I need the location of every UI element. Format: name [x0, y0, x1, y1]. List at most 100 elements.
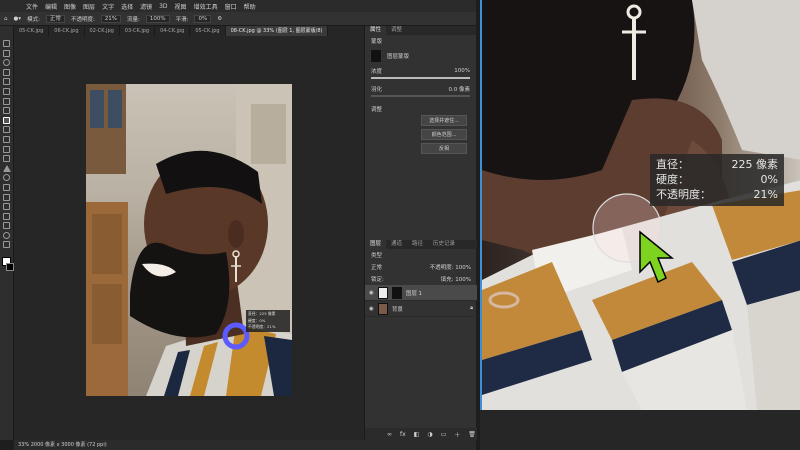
eyedropper-tool-icon[interactable]	[3, 97, 10, 105]
menu-help[interactable]: 帮助	[244, 2, 256, 11]
doc-tab[interactable]: 05-CK.jpg	[190, 26, 226, 36]
layer-mask-thumbnail[interactable]	[391, 286, 402, 299]
new-layer-icon[interactable]: ＋	[454, 430, 460, 439]
adjustment-icon[interactable]: ◑	[427, 431, 432, 438]
layer-mask-label: 图层蒙版	[387, 54, 410, 60]
feather-value[interactable]: 0.0 像素	[449, 85, 471, 93]
canvas-area[interactable]: 直径：225 像素 硬度：0% 不透明度：21%	[14, 36, 364, 440]
zoom-tool-icon[interactable]	[3, 231, 10, 239]
path-select-tool-icon[interactable]	[3, 203, 10, 211]
crop-tool-icon[interactable]	[3, 78, 10, 86]
tab-paths[interactable]: 路径	[407, 240, 428, 249]
menu-type[interactable]: 文字	[102, 2, 114, 11]
menu-3d[interactable]: 3D	[159, 3, 167, 10]
quick-select-tool-icon[interactable]	[3, 68, 10, 76]
smooth-field[interactable]: 0%	[194, 14, 212, 23]
lasso-tool-icon[interactable]	[3, 59, 10, 67]
marquee-tool-icon[interactable]	[3, 49, 10, 57]
tab-adjustments[interactable]: 调整	[386, 26, 407, 35]
layer-row[interactable]: ◉ 背景 🔒︎	[365, 301, 477, 317]
stamp-tool-icon[interactable]	[3, 126, 10, 134]
mask-thumbnail[interactable]	[371, 50, 381, 62]
right-panels: 属性 调整 蒙版 图层蒙版 浓度 100% 羽化 0.0 像素 调整 选择并遮住…	[364, 26, 477, 440]
opacity-label: 不透明度:	[70, 16, 95, 23]
brush-tool-icon[interactable]	[3, 116, 10, 124]
layers-tabs: 图层 通道 路径 历史记录	[365, 240, 477, 249]
tab-history[interactable]: 历史记录	[428, 240, 460, 249]
zoom-level[interactable]: 33%	[18, 442, 29, 448]
density-slider[interactable]	[371, 77, 470, 79]
density-value[interactable]: 100%	[454, 68, 470, 74]
background-color-swatch[interactable]	[5, 262, 14, 271]
flow-field[interactable]: 100%	[145, 14, 170, 23]
folder-icon[interactable]: ▭	[441, 431, 447, 438]
hud-opacity-label: 不透明度：	[656, 188, 711, 201]
mode-select[interactable]: 正常	[45, 14, 65, 23]
home-icon[interactable]: ⌂	[4, 16, 8, 22]
layer-opacity-value[interactable]: 100%	[455, 265, 471, 271]
menu-plugins[interactable]: 增效工具	[194, 2, 218, 11]
more-tools-icon[interactable]	[3, 241, 10, 249]
document-image[interactable]: 直径：225 像素 硬度：0% 不透明度：21%	[86, 84, 292, 396]
density-row: 浓度 100%	[365, 65, 476, 77]
brush-hud: 直径： 225 像素 硬度： 0% 不透明度： 21%	[650, 154, 784, 206]
tab-layers[interactable]: 图层	[365, 240, 387, 249]
layer-name: 图层 1	[405, 290, 423, 297]
hand-tool-icon[interactable]	[3, 222, 10, 230]
layer-row[interactable]: ◉ 图层 1	[365, 285, 477, 301]
doc-tab-active[interactable]: 08-CK.jpg @ 33% (图层 1, 图层蒙版/8)	[225, 26, 329, 36]
doc-tab[interactable]: 03-CK.jpg	[120, 26, 156, 36]
tab-properties[interactable]: 属性	[365, 26, 387, 35]
shape-tool-icon[interactable]	[3, 212, 10, 220]
eye-icon[interactable]: ◉	[369, 290, 374, 296]
menu-filter[interactable]: 滤镜	[140, 2, 152, 11]
blend-mode-select[interactable]: 正常	[371, 263, 382, 271]
gradient-tool-icon[interactable]	[3, 155, 10, 163]
dodge-tool-icon[interactable]	[3, 174, 10, 182]
gear-icon[interactable]: ⚙	[217, 16, 222, 22]
status-bar: 33% 2000 像素 x 3000 像素 (72 ppi)	[14, 440, 476, 450]
menu-select[interactable]: 选择	[121, 2, 133, 11]
tab-channels[interactable]: 通道	[386, 240, 407, 249]
menu-edit[interactable]: 编辑	[45, 2, 57, 11]
opacity-field[interactable]: 21%	[100, 14, 122, 23]
layer-kind-filter[interactable]: 类型	[371, 251, 382, 259]
fx-icon[interactable]: fx	[400, 431, 406, 438]
fill-value[interactable]: 100%	[455, 277, 471, 283]
trash-icon[interactable]: 🗑︎	[468, 431, 476, 438]
menu-file[interactable]: 文件	[26, 2, 38, 11]
frame-tool-icon[interactable]	[3, 87, 10, 95]
select-and-mask-button[interactable]: 选择并遮住...	[421, 115, 467, 126]
type-tool-icon[interactable]	[3, 193, 10, 201]
link-icon[interactable]: ∞	[387, 431, 392, 438]
menu-layer[interactable]: 图层	[83, 2, 95, 11]
move-tool-icon[interactable]	[3, 40, 10, 47]
history-brush-tool-icon[interactable]	[3, 135, 10, 143]
healing-tool-icon[interactable]	[3, 107, 10, 115]
doc-tab[interactable]: 02-CK.jpg	[85, 26, 120, 36]
mode-label: 模式:	[27, 16, 40, 23]
hud-opacity-value: 21%	[753, 188, 778, 201]
add-mask-icon[interactable]: ◧	[414, 431, 420, 438]
brush-preset-icon[interactable]: ●▾	[14, 16, 22, 22]
lock-row: 锁定: 填充: 100%	[365, 273, 477, 285]
menu-view[interactable]: 视图	[175, 2, 187, 11]
menu-bar: 文件 编辑 图像 图层 文字 选择 滤镜 3D 视图 增效工具 窗口 帮助	[0, 0, 476, 12]
doc-tab[interactable]: 05-CK.jpg	[14, 26, 50, 36]
eraser-tool-icon[interactable]	[3, 145, 10, 153]
document-tabs: 05-CK.jpg 06-CK.jpg 02-CK.jpg 03-CK.jpg …	[14, 26, 364, 36]
hud-hardness-value: 0%	[760, 173, 778, 186]
menu-image[interactable]: 图像	[64, 2, 76, 11]
eye-icon[interactable]: ◉	[369, 306, 374, 312]
properties-header: 蒙版	[365, 35, 476, 47]
feather-slider[interactable]	[371, 95, 470, 97]
menu-window[interactable]: 窗口	[225, 2, 237, 11]
pen-tool-icon[interactable]	[3, 183, 10, 191]
invert-button[interactable]: 反相	[421, 143, 467, 154]
color-range-button[interactable]: 颜色范围...	[421, 129, 467, 140]
blur-tool-icon[interactable]	[2, 164, 11, 172]
doc-tab[interactable]: 04-CK.jpg	[155, 26, 191, 36]
lock-label: 锁定:	[371, 277, 384, 283]
options-bar: ⌂ ●▾ 模式: 正常 不透明度: 21% 流量: 100% 平滑: 0% ⚙	[0, 12, 476, 26]
doc-tab[interactable]: 06-CK.jpg	[49, 26, 85, 36]
